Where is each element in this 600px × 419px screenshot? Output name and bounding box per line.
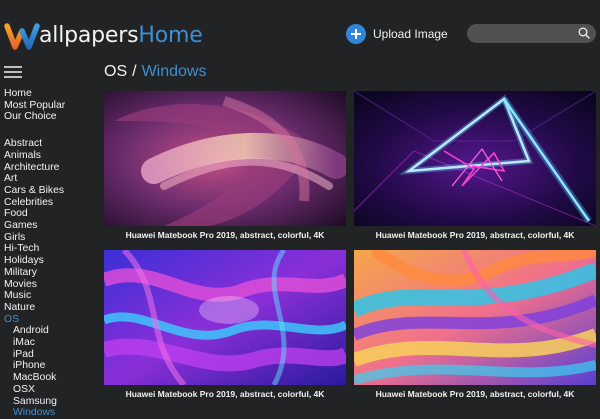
breadcrumb-parent[interactable]: OS — [104, 63, 127, 80]
wallpaper-caption[interactable]: Huawei Matebook Pro 2019, abstract, colo… — [354, 385, 596, 403]
sidebar-item-movies[interactable]: Movies — [4, 279, 65, 291]
menu-toggle-icon[interactable] — [4, 66, 22, 78]
wallpaper-caption[interactable]: Huawei Matebook Pro 2019, abstract, colo… — [104, 226, 346, 244]
wallpaper-card[interactable]: Huawei Matebook Pro 2019, abstract, colo… — [104, 91, 346, 244]
sidebar-item-celebrities[interactable]: Celebrities — [4, 197, 65, 209]
wallpaper-thumbnail[interactable] — [354, 250, 596, 385]
sidebar-item-holidays[interactable]: Holidays — [4, 255, 65, 267]
menu-bar-top — [4, 66, 22, 68]
site-logo[interactable]: allpapersHome — [4, 18, 203, 50]
sidebar-item-girls[interactable]: Girls — [4, 232, 65, 244]
sidebar-item-home[interactable]: Home — [4, 88, 65, 100]
search-box — [467, 24, 596, 43]
sidebar-nav: Home Most Popular Our Choice Abstract Anima… — [4, 88, 65, 419]
wallpaper-thumbnail[interactable] — [104, 250, 346, 385]
sidebar-subitem-iphone[interactable]: iPhone — [4, 360, 65, 372]
sidebar-item-hi-tech[interactable]: Hi-Tech — [4, 243, 65, 255]
primary-nav: Home Most Popular Our Choice — [4, 88, 65, 123]
search-input[interactable] — [475, 24, 575, 43]
logo-text-part2: Home — [138, 23, 203, 48]
sidebar-item-architecture[interactable]: Architecture — [4, 162, 65, 174]
sidebar-subitem-ipad[interactable]: iPad — [4, 349, 65, 361]
plus-circle-icon — [346, 24, 366, 44]
wallpaper-card[interactable]: Huawei Matebook Pro 2019, abstract, colo… — [354, 91, 596, 244]
sidebar-subitem-macbook[interactable]: MacBook — [4, 372, 65, 384]
sidebar-item-os[interactable]: OS — [4, 314, 65, 326]
breadcrumb-separator: / — [132, 63, 137, 80]
menu-bar-bottom — [4, 76, 22, 78]
sidebar-subitem-samsung[interactable]: Samsung — [4, 396, 65, 408]
sidebar-subitem-osx[interactable]: OSX — [4, 384, 65, 396]
sidebar-item-music[interactable]: Music — [4, 290, 65, 302]
sidebar-item-nature[interactable]: Nature — [4, 302, 65, 314]
upload-label: Upload Image — [373, 27, 448, 41]
logo-w-icon — [4, 23, 40, 50]
sidebar-subitem-windows[interactable]: Windows — [4, 407, 65, 419]
category-nav: Abstract Animals Architecture Art Cars & Bik… — [4, 138, 65, 419]
sidebar-item-art[interactable]: Art — [4, 173, 65, 185]
sidebar-item-games[interactable]: Games — [4, 220, 65, 232]
menu-bar-middle — [4, 71, 22, 73]
sidebar-subitem-android[interactable]: Android — [4, 325, 65, 337]
logo-text: allpapersHome — [39, 22, 203, 50]
sidebar-subitem-imac[interactable]: iMac — [4, 337, 65, 349]
wallpaper-caption[interactable]: Huawei Matebook Pro 2019, abstract, colo… — [104, 385, 346, 403]
wallpaper-card[interactable]: Huawei Matebook Pro 2019, abstract, colo… — [104, 250, 346, 403]
page-title: OS / Windows — [104, 63, 206, 81]
breadcrumb-current: Windows — [141, 63, 207, 80]
sidebar-item-military[interactable]: Military — [4, 267, 65, 279]
sidebar-item-abstract[interactable]: Abstract — [4, 138, 65, 150]
logo-text-part1: allpapers — [39, 23, 139, 48]
sidebar-item-our-choice[interactable]: Our Choice — [4, 111, 65, 123]
wallpaper-caption[interactable]: Huawei Matebook Pro 2019, abstract, colo… — [354, 226, 596, 244]
sidebar-item-animals[interactable]: Animals — [4, 150, 65, 162]
sidebar-item-food[interactable]: Food — [4, 208, 65, 220]
wallpaper-card[interactable]: Huawei Matebook Pro 2019, abstract, colo… — [354, 250, 596, 403]
wallpaper-thumbnail[interactable] — [354, 91, 596, 226]
sidebar-item-most-popular[interactable]: Most Popular — [4, 100, 65, 112]
sidebar-item-cars-bikes[interactable]: Cars & Bikes — [4, 185, 65, 197]
wallpaper-thumbnail[interactable] — [104, 91, 346, 226]
search-icon[interactable] — [578, 27, 590, 39]
upload-image-button[interactable]: Upload Image — [346, 24, 448, 44]
